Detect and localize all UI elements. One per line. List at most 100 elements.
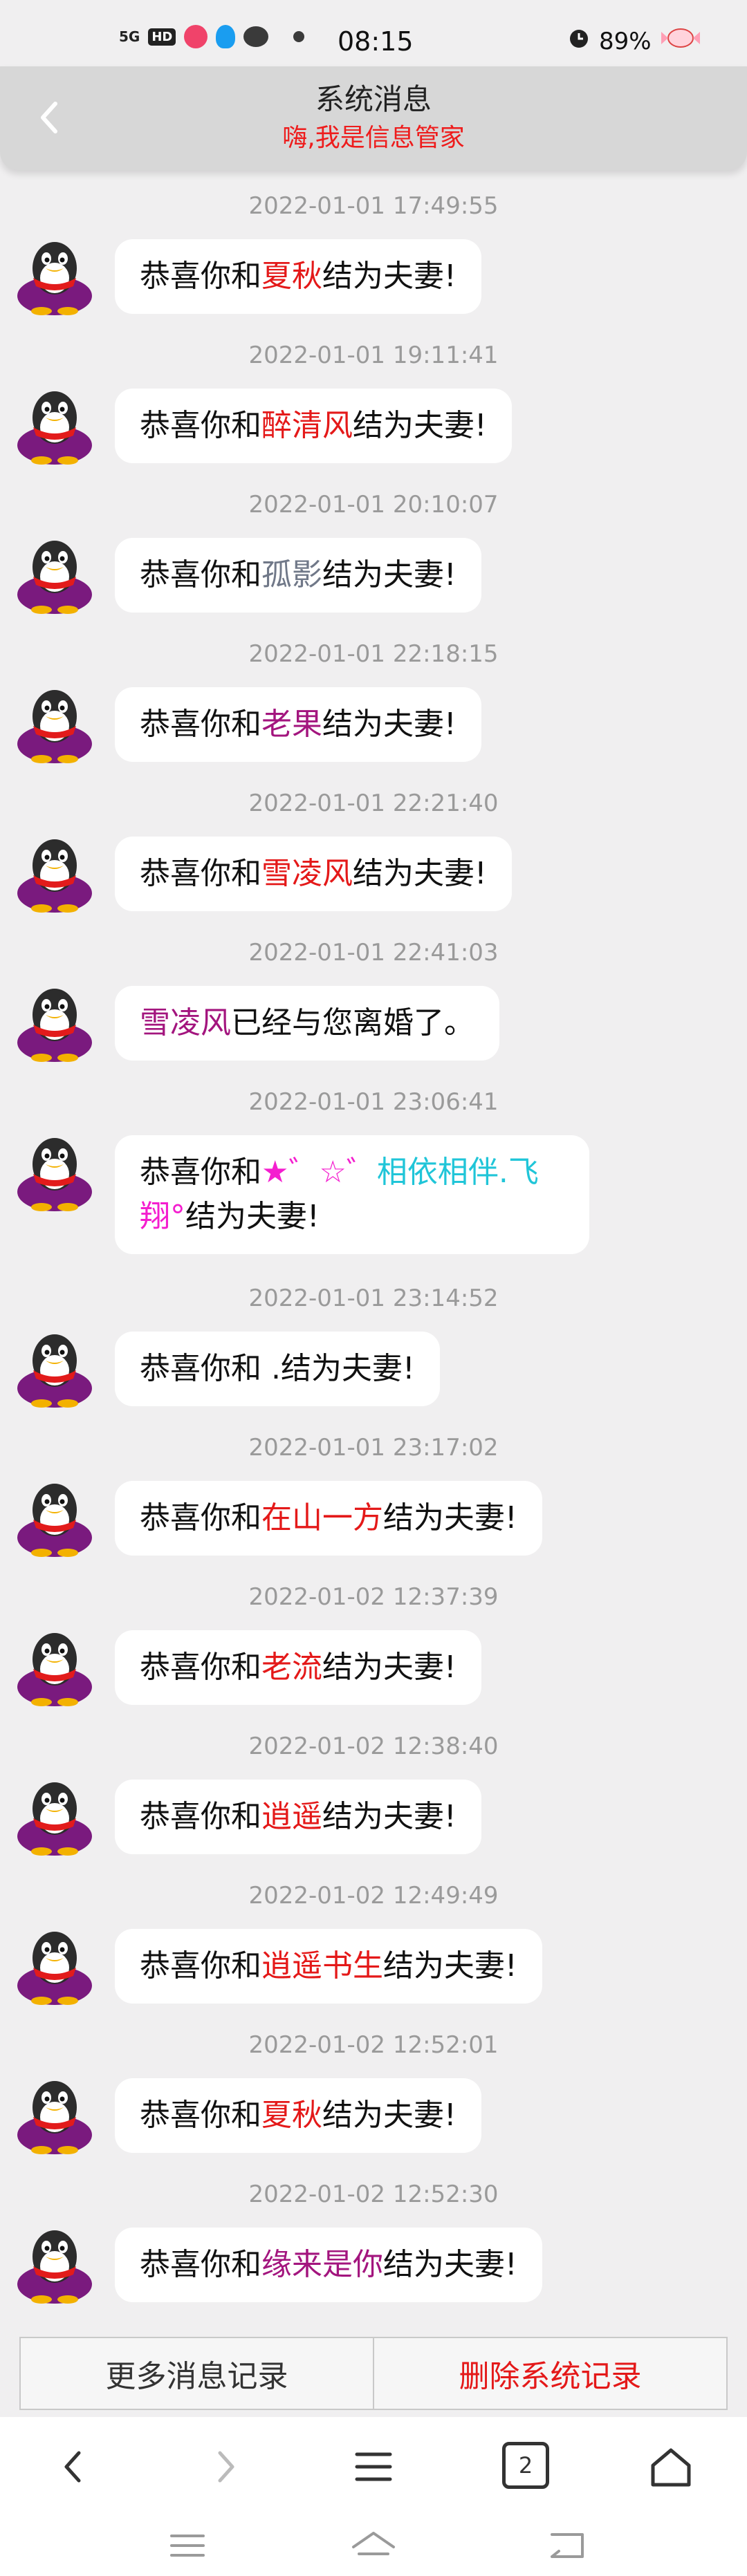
- back-icon[interactable]: [544, 2526, 592, 2565]
- message-text: 恭喜你和: [140, 1500, 261, 1536]
- message-timestamp: 2022-01-01 22:18:15: [248, 640, 499, 668]
- message-bubble: 恭喜你和★゛☆゛相依相伴.飞翔°结为夫妻!: [115, 1135, 589, 1254]
- forward-icon[interactable]: [196, 2442, 252, 2492]
- tabs-icon[interactable]: 2: [502, 2442, 549, 2489]
- message-text: 结为夫妻!: [353, 408, 487, 443]
- message-timestamp: 2022-01-01 20:10:07: [248, 491, 499, 519]
- message-text: 恭喜你和: [140, 1650, 261, 1685]
- user-name-link[interactable]: 夏秋: [261, 2098, 322, 2133]
- system-navigation-bar: [0, 2514, 747, 2576]
- status-bar: 5G HD 08:15 89%: [0, 0, 747, 66]
- message-timestamp: 2022-01-02 12:37:39: [248, 1583, 499, 1611]
- message-bubble: 恭喜你和夏秋结为夫妻!: [115, 239, 481, 314]
- user-name-link[interactable]: .: [261, 1351, 281, 1386]
- dot-icon: [293, 31, 305, 42]
- menu-icon[interactable]: [346, 2442, 401, 2492]
- penguin-avatar-icon[interactable]: [15, 236, 94, 315]
- user-name-link[interactable]: 醉清风: [261, 408, 353, 443]
- message-text: 恭喜你和: [140, 856, 261, 891]
- user-name-link[interactable]: 老果: [261, 707, 322, 742]
- back-icon[interactable]: [47, 2442, 102, 2492]
- message-bubble: 恭喜你和醉清风结为夫妻!: [115, 389, 512, 463]
- message-timestamp: 2022-01-02 12:52:01: [248, 2031, 499, 2059]
- status-right-icons: 89%: [567, 26, 701, 56]
- message-text: 结为夫妻!: [322, 2098, 456, 2133]
- message-text: 恭喜你和: [140, 1799, 261, 1834]
- page-subtitle: 嗨,我是信息管家: [282, 124, 465, 152]
- user-name-link[interactable]: 逍遥: [261, 1799, 322, 1834]
- message-text: 恭喜你和: [140, 707, 261, 742]
- user-name-link[interactable]: 逍遥书生: [261, 1948, 383, 1984]
- penguin-avatar-icon[interactable]: [15, 1627, 94, 1706]
- message-timestamp: 2022-01-01 22:21:40: [248, 790, 499, 817]
- user-name-link[interactable]: 孤影: [261, 557, 322, 592]
- message-bubble: 恭喜你和逍遥结为夫妻!: [115, 1780, 481, 1854]
- home-icon[interactable]: [643, 2442, 699, 2492]
- message-text: 结为夫妻!: [322, 1799, 456, 1834]
- user-name-link[interactable]: 雪凌风: [140, 1005, 231, 1040]
- signal-icon: 5G: [119, 28, 140, 45]
- message-text: 恭喜你和: [140, 2247, 261, 2282]
- message-text: 结为夫妻!: [322, 557, 456, 592]
- penguin-avatar-icon[interactable]: [15, 1777, 94, 1856]
- penguin-avatar-icon[interactable]: [15, 2225, 94, 2304]
- message-text: 结为夫妻!: [353, 856, 487, 891]
- message-text: 结为夫妻!: [383, 2247, 517, 2282]
- hd-icon: HD: [148, 28, 176, 46]
- message-timestamp: 2022-01-01 23:17:02: [248, 1434, 499, 1462]
- more-records-button[interactable]: 更多消息记录: [21, 2338, 373, 2409]
- message-text: 结为夫妻!: [322, 707, 456, 742]
- user-name-link[interactable]: 老流: [261, 1650, 322, 1685]
- penguin-avatar-icon[interactable]: [15, 535, 94, 614]
- message-timestamp: 2022-01-02 12:38:40: [248, 1733, 499, 1760]
- user-name-link-part[interactable]: 相依相伴.飞: [377, 1155, 539, 1190]
- user-name-link[interactable]: 缘来是你: [261, 2247, 383, 2282]
- penguin-avatar-icon[interactable]: [15, 1478, 94, 1557]
- penguin-avatar-icon[interactable]: [15, 1329, 94, 1408]
- user-name-link[interactable]: 夏秋: [261, 259, 322, 294]
- penguin-avatar-icon[interactable]: [15, 834, 94, 913]
- penguin-avatar-icon[interactable]: [15, 1132, 94, 1211]
- qq-icon: [216, 25, 236, 48]
- penguin-avatar-icon[interactable]: [15, 1926, 94, 2005]
- message-text: 结为夫妻!: [383, 1500, 517, 1536]
- message-bubble: 恭喜你和孤影结为夫妻!: [115, 538, 481, 613]
- message-text: 恭喜你和: [140, 1155, 261, 1190]
- message-text: 恭喜你和: [140, 557, 261, 592]
- penguin-avatar-icon[interactable]: [15, 2075, 94, 2154]
- user-name-link-part[interactable]: 翔°: [140, 1199, 185, 1234]
- message-bubble: 恭喜你和缘来是你结为夫妻!: [115, 2228, 542, 2302]
- delete-records-button[interactable]: 删除系统记录: [373, 2338, 726, 2409]
- recents-icon[interactable]: [163, 2526, 212, 2565]
- message-timestamp: 2022-01-01 23:14:52: [248, 1285, 499, 1312]
- penguin-avatar-icon[interactable]: [15, 386, 94, 465]
- app-red-icon: [184, 25, 208, 48]
- message-bubble: 恭喜你和 .结为夫妻!: [115, 1332, 440, 1406]
- penguin-avatar-icon[interactable]: [15, 684, 94, 763]
- message-text: 已经与您离婚了。: [231, 1005, 474, 1040]
- wechat-icon: [243, 26, 269, 47]
- alarm-icon: [567, 26, 591, 56]
- message-text: 结为夫妻!: [185, 1199, 320, 1234]
- message-timestamp: 2022-01-01 19:11:41: [248, 342, 499, 369]
- message-bubble: 恭喜你和老流结为夫妻!: [115, 1630, 481, 1705]
- message-actions: 更多消息记录 删除系统记录: [19, 2337, 728, 2410]
- user-name-link[interactable]: 在山一方: [261, 1500, 383, 1536]
- message-bubble: 恭喜你和逍遥书生结为夫妻!: [115, 1929, 542, 2004]
- user-name-link-part[interactable]: ★゛☆゛: [261, 1155, 377, 1190]
- message-text: 结为夫妻!: [383, 1948, 517, 1984]
- message-bubble: 雪凌风已经与您离婚了。: [115, 986, 499, 1061]
- message-timestamp: 2022-01-02 12:52:30: [248, 2181, 499, 2208]
- battery-candy-icon: [660, 26, 701, 56]
- home-icon[interactable]: [349, 2526, 398, 2565]
- message-bubble: 恭喜你和老果结为夫妻!: [115, 687, 481, 762]
- message-text: 结为夫妻!: [322, 259, 456, 294]
- message-text: 恭喜你和: [140, 259, 261, 294]
- message-text: 结为夫妻!: [322, 1650, 456, 1685]
- header-bar: 系统消息 嗨,我是信息管家: [0, 66, 747, 170]
- user-name-link[interactable]: 雪凌风: [261, 856, 353, 891]
- message-text: 恭喜你和: [140, 2098, 261, 2133]
- penguin-avatar-icon[interactable]: [15, 983, 94, 1062]
- status-left-icons: 5G HD: [119, 25, 305, 48]
- message-timestamp: 2022-01-02 12:49:49: [248, 1882, 499, 1910]
